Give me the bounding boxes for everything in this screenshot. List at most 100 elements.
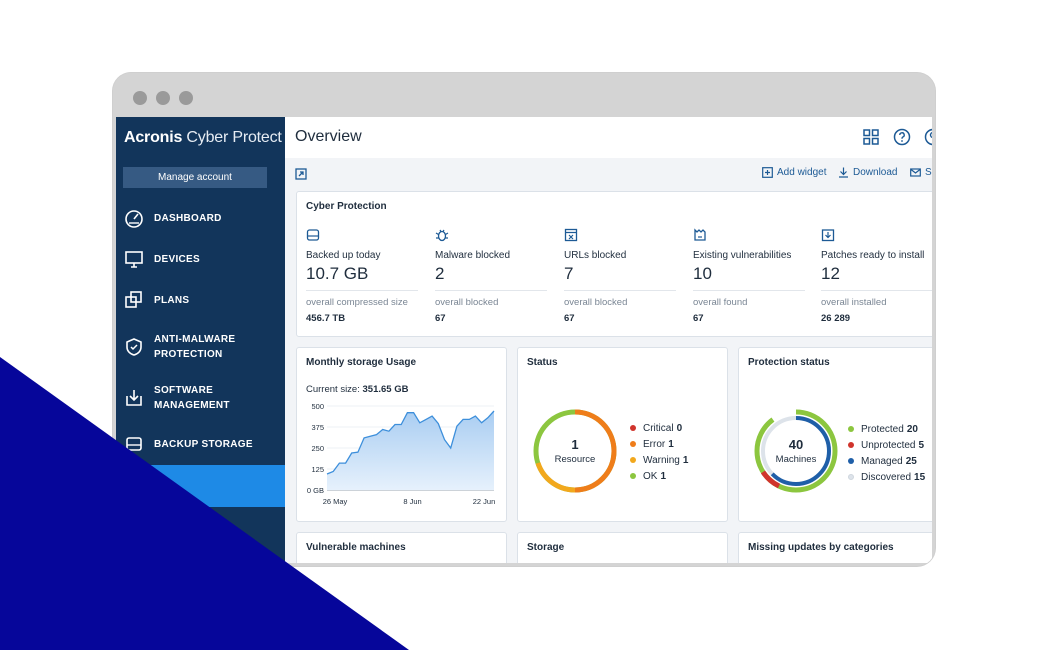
legend-label: Protected [861,423,904,435]
sidebar-item-label: RTS [154,480,175,492]
metric-sub-value: 456.7 TB [306,313,346,324]
sidebar-item-label: DEVICES [154,253,201,265]
monitor-icon [123,248,145,270]
y-tick-label: 125 [311,465,324,474]
legend-label: Unprotected [861,439,916,451]
sidebar-item-label: SOFTWARE MANAGEMENT [154,385,230,411]
protection-center-label: Machines [775,454,817,465]
metric-divider [693,290,805,291]
legend-label: Error [643,438,666,450]
account-icon[interactable] [924,128,932,146]
download-label: Download [853,167,898,178]
sidebar-item-devices[interactable]: DEVICES [116,247,285,271]
shield-icon [123,336,145,358]
x-tick-label: 26 May [323,497,348,506]
hard-drive-icon [306,228,418,244]
header-bar: Overview [285,117,932,158]
storage-widget: Storage [517,532,728,563]
current-size-value: 351.65 GB [362,384,409,395]
status-legend: Critical 0 Error 1 Warning 1 OK 1 [630,420,688,484]
metric-urls-blocked: URLs blocked 7 overall blocked 67 [564,228,676,324]
plans-copy-icon [123,289,145,311]
sidebar-item-label: DASHBOARD [154,212,222,224]
main-content: Overview Add widget Download S Cyber Pro… [285,117,932,563]
manage-account-button[interactable]: Manage account [123,167,267,188]
dashboard-gauge-icon [123,207,145,229]
legend-dot [630,425,636,431]
download-icon [839,167,848,178]
current-size-label: Current size: [306,384,363,395]
legend-dot [848,442,854,448]
x-tick-label: 8 Jun [403,497,421,506]
download-button[interactable]: Download [838,167,897,178]
legend-item: Error 1 [630,436,688,452]
legend-item: Discovered 15 [848,469,925,485]
current-size: Current size: 351.65 GB [306,384,408,395]
help-icon[interactable] [893,128,911,146]
vulnerability-icon [693,228,805,244]
legend-value: 15 [914,471,926,483]
storage-usage-chart: 0 GB 125 250 375 500 26 May 8 Jun 22 Jun [307,402,496,506]
cyber-protection-widget: Cyber Protection Backed up today 10.7 GB… [296,191,932,337]
page-title: Overview [295,128,362,145]
bug-icon [435,228,547,244]
area-fill [327,411,494,490]
metric-patches: Patches ready to install 12 overall inst… [821,228,932,324]
vulnerable-machines-widget: Vulnerable machines [296,532,507,563]
legend-value: 0 [676,422,683,434]
window-titlebar [113,73,935,117]
sidebar-item-anti-malware[interactable]: ANTI-MALWARE PROTECTION [116,331,285,363]
metric-sub-label: overall compressed size [306,297,408,308]
status-center-value: 1 [571,437,579,452]
metric-value: 2 [435,264,445,283]
metric-divider [435,290,547,291]
metric-sub-value: 67 [693,313,704,324]
window-minimize-dot[interactable] [156,91,170,105]
status-widget: Status 1 Resource Critical 0 Error 1 Warni… [517,347,728,522]
legend-value: 25 [905,455,917,467]
patch-download-icon [821,228,932,244]
mail-icon [910,168,921,177]
metric-value: 10 [693,264,712,283]
legend-dot [848,426,854,432]
metric-label: Patches ready to install [821,250,925,261]
sidebar-item-software-management[interactable]: SOFTWARE MANAGEMENT [116,382,285,414]
expand-icon[interactable] [295,167,307,185]
grid-icon[interactable] [862,128,880,146]
metric-label: URLs blocked [564,250,627,261]
protection-legend: Protected 20 Unprotected 5 Managed 25 Disco… [848,421,925,485]
sidebar-item-dashboard[interactable]: DASHBOARD [116,206,285,230]
x-tick-label: 22 Jun [473,497,496,506]
app-frame: Acronis Cyber Protect Manage account DAS… [116,117,932,563]
metric-label: Existing vulnerabilities [693,250,792,261]
metric-sub-value: 67 [564,313,575,324]
brand-logo: Acronis Cyber Protect [124,129,282,146]
window-maximize-dot[interactable] [179,91,193,105]
y-tick-label: 375 [311,423,324,432]
send-button[interactable]: Se [910,167,932,178]
sidebar-item-label: PLANS [154,294,190,306]
metric-sub-label: overall blocked [435,297,499,308]
legend-value: 20 [906,423,918,435]
add-widget-label: Add widget [777,167,827,178]
sidebar: Acronis Cyber Protect Manage account DAS… [116,117,285,563]
metric-sub-label: overall blocked [564,297,628,308]
sidebar-item-reports[interactable]: RTS [116,465,285,507]
legend-item: Critical 0 [630,420,688,436]
metric-malware-blocked: Malware blocked 2 overall blocked 67 [435,228,547,324]
add-widget-button[interactable]: Add widget [762,167,826,178]
sidebar-item-backup-storage[interactable]: BACKUP STORAGE [116,432,285,456]
widget-toolbar: Add widget Download Se [285,158,932,188]
legend-value: 5 [918,439,925,451]
sidebar-item-label: ANTI-MALWARE PROTECTION [154,334,236,360]
y-tick-label: 500 [311,402,324,411]
legend-item: Protected 20 [848,421,925,437]
metric-divider [821,290,932,291]
legend-label: Warning [643,454,680,466]
window-close-dot[interactable] [133,91,147,105]
legend-dot [630,473,636,479]
status-ring-warning [535,462,576,493]
metric-sub-label: overall found [693,297,748,308]
sidebar-item-plans[interactable]: PLANS [116,288,285,312]
legend-value: 1 [682,454,689,466]
